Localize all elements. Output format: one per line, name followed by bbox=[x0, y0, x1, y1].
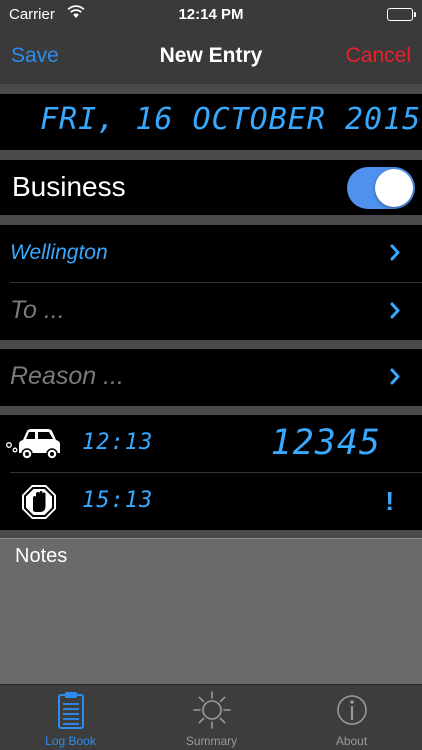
start-time[interactable]: 12:13 bbox=[82, 430, 153, 455]
chevron-right-icon bbox=[390, 302, 400, 324]
business-toggle[interactable] bbox=[347, 167, 415, 209]
sun-icon bbox=[192, 690, 232, 735]
status-bar: Carrier 12:14 PM bbox=[0, 0, 422, 30]
tab-summary[interactable]: Summary bbox=[141, 685, 282, 750]
business-cell: Business bbox=[0, 160, 422, 215]
business-label: Business bbox=[12, 171, 126, 202]
stop-hand-icon bbox=[20, 483, 58, 526]
tab-log-book[interactable]: Log Book bbox=[0, 685, 141, 750]
stop-row[interactable]: 15:13 ! bbox=[0, 473, 422, 530]
car-icon bbox=[5, 425, 63, 468]
chevron-right-icon bbox=[390, 244, 400, 266]
stop-warning-indicator: ! bbox=[385, 486, 394, 516]
battery-icon bbox=[387, 8, 416, 21]
stop-time[interactable]: 15:13 bbox=[82, 488, 153, 513]
status-time: 12:14 PM bbox=[178, 6, 244, 23]
trip-times-group: 12:13 12345 15:13 ! bbox=[0, 415, 422, 530]
notes-label: Notes bbox=[15, 545, 68, 567]
tab-about[interactable]: About bbox=[281, 685, 422, 750]
chevron-right-icon bbox=[390, 368, 400, 390]
toggle-knob bbox=[375, 169, 413, 207]
date-picker-cell[interactable]: FRI, 16 OCTOBER 2015 bbox=[0, 94, 422, 150]
date-display: FRI, 16 OCTOBER 2015 bbox=[40, 102, 422, 137]
notes-field[interactable]: Notes bbox=[0, 538, 422, 684]
start-row[interactable]: 12:13 12345 bbox=[0, 415, 422, 472]
to-location-placeholder: To ... bbox=[10, 296, 65, 324]
reason-row[interactable]: Reason ... bbox=[0, 349, 422, 406]
tab-label: Log Book bbox=[45, 734, 96, 748]
tab-bar: Log Book Summary About bbox=[0, 684, 422, 750]
tab-label: About bbox=[335, 734, 368, 748]
from-location: Wellington bbox=[10, 241, 108, 264]
tab-label: Summary bbox=[185, 734, 238, 748]
from-row[interactable]: Wellington bbox=[0, 225, 422, 282]
navigation-bar: Save New Entry Cancel bbox=[0, 30, 422, 84]
route-group: Wellington To ... bbox=[0, 225, 422, 340]
reason-group: Reason ... bbox=[0, 349, 422, 406]
odometer-reading[interactable]: 12345 bbox=[271, 423, 381, 463]
cancel-button[interactable]: Cancel bbox=[346, 44, 411, 68]
reason-placeholder: Reason ... bbox=[10, 362, 124, 390]
info-icon bbox=[335, 690, 369, 735]
clipboard-icon bbox=[57, 690, 85, 735]
to-row[interactable]: To ... bbox=[0, 283, 422, 340]
